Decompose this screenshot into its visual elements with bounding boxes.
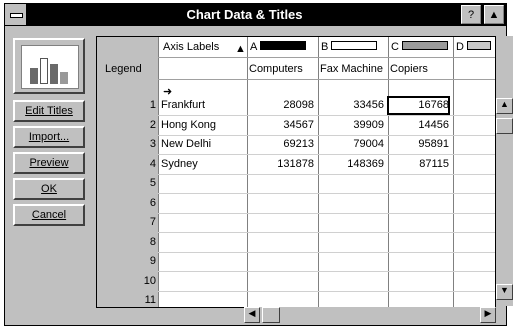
- data-cell[interactable]: 148369: [318, 158, 384, 170]
- data-cell[interactable]: 95891: [388, 138, 449, 150]
- horizontal-scrollbar[interactable]: ◀ ▶: [244, 307, 496, 323]
- vertical-scrollbar[interactable]: ▲ ▼: [496, 36, 513, 306]
- grid-divider: [158, 135, 495, 136]
- axis-label-cell[interactable]: Sydney: [161, 158, 245, 170]
- row-number[interactable]: 10: [97, 275, 158, 295]
- grid-divider: [158, 115, 495, 116]
- data-cell[interactable]: 34567: [247, 119, 314, 131]
- legend-label: Legend: [105, 63, 142, 75]
- minimize-button[interactable]: ▲: [484, 5, 504, 24]
- ok-button[interactable]: OK: [13, 178, 85, 200]
- row-number[interactable]: 6: [97, 197, 158, 217]
- window-title: Chart Data & Titles: [186, 7, 303, 22]
- series-letter: B: [321, 41, 329, 53]
- move-arrow-icon: ▲: [235, 43, 246, 55]
- cancel-button[interactable]: Cancel: [13, 204, 85, 226]
- grid-divider: [318, 37, 319, 307]
- series-swatch: [331, 41, 378, 50]
- grid-divider: [158, 79, 495, 80]
- grid-divider: [158, 232, 495, 233]
- series-name-cell[interactable]: Fax Machine: [320, 63, 387, 75]
- series-swatch: [260, 41, 307, 50]
- axis-label-cell[interactable]: New Delhi: [161, 138, 245, 150]
- chart-preview-tile[interactable]: [13, 38, 85, 94]
- series-header[interactable]: D: [456, 41, 491, 53]
- arrow-up-icon[interactable]: ▲: [496, 98, 513, 114]
- series-header[interactable]: A: [250, 41, 307, 53]
- axis-label-cell[interactable]: Frankfurt: [161, 99, 245, 111]
- series-swatch: [466, 41, 491, 50]
- grid-divider: [158, 213, 495, 214]
- series-name-cell[interactable]: Computers: [249, 63, 317, 75]
- grid-divider: [247, 37, 248, 307]
- series-swatch: [401, 41, 448, 50]
- series-header[interactable]: B: [321, 41, 378, 53]
- edit-titles-button[interactable]: Edit Titles: [13, 100, 85, 122]
- data-cell[interactable]: 39909: [318, 119, 384, 131]
- grid-divider: [453, 37, 454, 307]
- row-number[interactable]: 3: [97, 138, 158, 158]
- grid-divider: [158, 252, 495, 253]
- row-number[interactable]: 8: [97, 236, 158, 256]
- preview-button[interactable]: Preview: [13, 152, 85, 174]
- arrow-down-icon[interactable]: ▼: [496, 284, 513, 300]
- grid-divider: [388, 37, 389, 307]
- import-button[interactable]: Import...: [13, 126, 85, 148]
- series-letter: C: [391, 41, 399, 53]
- scroll-thumb[interactable]: [496, 118, 513, 134]
- data-cell[interactable]: 14456: [388, 119, 449, 131]
- series-name-cell[interactable]: Copiers: [390, 63, 452, 75]
- row-number[interactable]: 5: [97, 177, 158, 197]
- row-number[interactable]: 4: [97, 158, 158, 178]
- series-header[interactable]: C: [391, 41, 448, 53]
- data-cell[interactable]: 28098: [247, 99, 314, 111]
- data-cell[interactable]: 87115: [388, 158, 449, 170]
- row-number[interactable]: 11: [97, 294, 158, 307]
- bar-chart-icon: [21, 45, 79, 89]
- grid-divider: [158, 291, 495, 292]
- arrow-left-icon[interactable]: ◀: [244, 307, 260, 323]
- scroll-thumb[interactable]: [262, 307, 280, 323]
- arrow-right-icon[interactable]: ▶: [480, 307, 496, 323]
- row-number[interactable]: 1: [97, 99, 158, 119]
- data-cell[interactable]: 79004: [318, 138, 384, 150]
- data-cell[interactable]: 69213: [247, 138, 314, 150]
- series-letter: A: [250, 41, 258, 53]
- axis-labels-header: Axis Labels: [163, 41, 220, 53]
- row-number[interactable]: 7: [97, 216, 158, 236]
- grid-divider: [158, 174, 495, 175]
- data-cell[interactable]: 33456: [318, 99, 384, 111]
- row-number[interactable]: 9: [97, 255, 158, 275]
- axis-label-cell[interactable]: Hong Kong: [161, 119, 245, 131]
- move-arrow-icon: ➜: [163, 86, 173, 98]
- system-menu-icon[interactable]: [5, 4, 27, 25]
- title-bar: Chart Data & Titles ? ▲: [5, 4, 506, 26]
- series-letter: D: [456, 41, 464, 53]
- active-cell[interactable]: 16768: [387, 96, 450, 115]
- grid-divider: [158, 193, 495, 194]
- row-number[interactable]: 2: [97, 119, 158, 139]
- data-grid[interactable]: Legend Axis Labels ▲ ➜ A Computers B Fax Ma…: [96, 36, 496, 308]
- grid-divider: [158, 271, 495, 272]
- grid-divider: [158, 57, 495, 58]
- grid-divider: [158, 37, 159, 307]
- data-cell[interactable]: 131878: [247, 158, 314, 170]
- grid-divider: [158, 154, 495, 155]
- help-button[interactable]: ?: [461, 5, 481, 24]
